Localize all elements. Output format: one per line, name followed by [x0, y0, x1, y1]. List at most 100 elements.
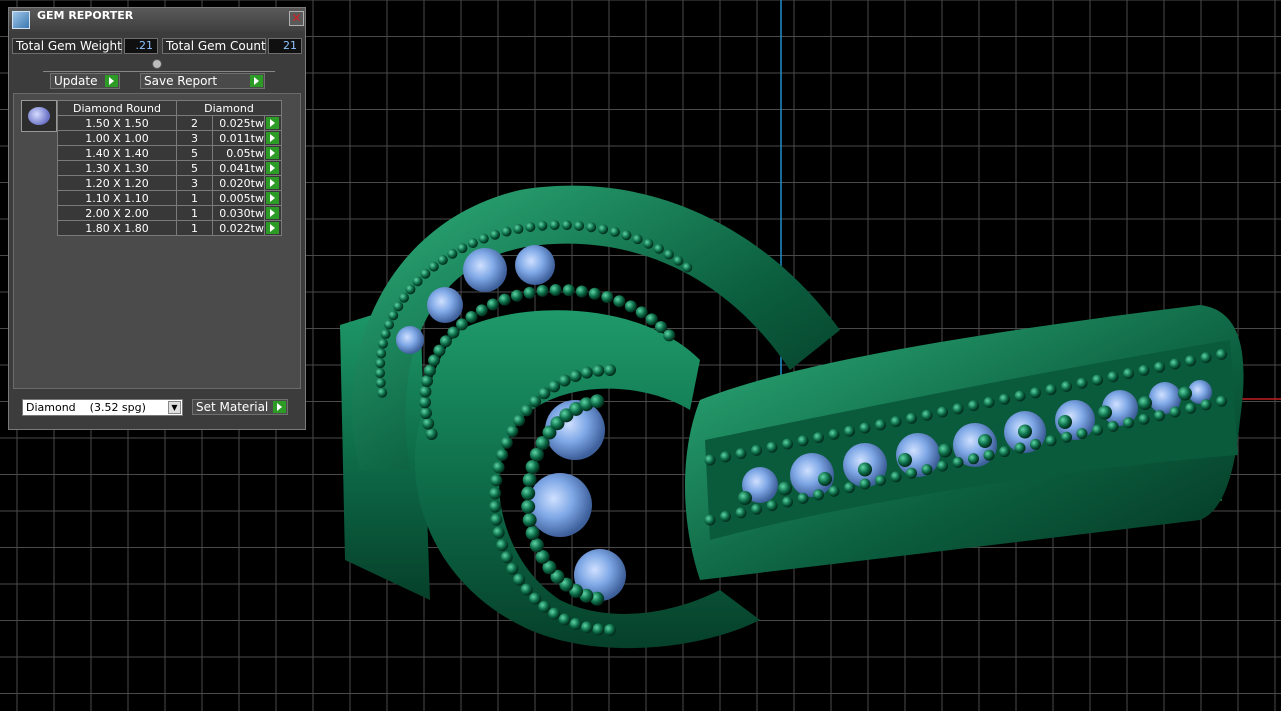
bead — [375, 368, 386, 379]
bead — [898, 453, 912, 467]
bead — [388, 310, 399, 321]
table-row[interactable]: 1.10 X 1.10 1 0.005tw — [57, 190, 282, 206]
save-report-button[interactable]: Save Report — [140, 73, 265, 89]
bead — [621, 230, 632, 241]
bead — [766, 441, 778, 453]
total-count-label: Total Gem Count — [162, 38, 266, 54]
bead — [575, 285, 588, 298]
row-action-button[interactable] — [264, 190, 282, 206]
bead — [529, 592, 542, 605]
table-row[interactable]: 1.30 X 1.30 5 0.041tw — [57, 160, 282, 176]
splitter-handle[interactable] — [152, 59, 162, 69]
gem-size: 1.50 X 1.50 — [57, 115, 177, 131]
bead — [398, 292, 409, 303]
gem-stone — [396, 326, 424, 354]
bead — [797, 492, 809, 504]
table-row[interactable]: 1.20 X 1.20 3 0.020tw — [57, 175, 282, 191]
bead — [419, 396, 432, 409]
bead — [521, 486, 536, 501]
gem-weight: 0.022tw — [212, 220, 265, 236]
gem-stone — [528, 473, 592, 537]
bead — [906, 467, 917, 479]
update-button[interactable]: Update — [50, 73, 120, 89]
gem-reporter-panel: GEM REPORTER ✕ Total Gem Weight .21 Tota… — [8, 7, 306, 430]
table-row[interactable]: 1.40 X 1.40 5 0.05tw — [57, 145, 282, 161]
row-action-button[interactable] — [264, 220, 282, 236]
bead — [428, 261, 439, 272]
gem-shape-thumbnail[interactable] — [21, 100, 57, 132]
bead — [1076, 377, 1088, 389]
bead — [592, 364, 605, 377]
close-button[interactable]: ✕ — [289, 11, 304, 26]
bead — [498, 293, 511, 306]
bead — [455, 318, 468, 331]
row-action-button[interactable] — [264, 175, 282, 191]
total-weight-value: .21 — [124, 38, 158, 54]
bead — [457, 243, 468, 254]
bead — [586, 222, 597, 233]
bead — [590, 394, 605, 409]
bead — [580, 621, 593, 634]
update-button-label: Update — [54, 74, 98, 88]
table-row[interactable]: 1.50 X 1.50 2 0.025tw — [57, 115, 282, 131]
bead — [653, 243, 664, 254]
bead — [447, 248, 458, 259]
bead — [1138, 364, 1150, 376]
bead — [1058, 415, 1072, 429]
material-value: Diamond (3.52 spg) — [26, 401, 146, 414]
table-row[interactable]: 2.00 X 2.00 1 0.030tw — [57, 205, 282, 221]
bead — [1018, 424, 1032, 439]
bead — [1030, 387, 1041, 399]
set-material-button[interactable]: Set Material — [192, 399, 288, 415]
bead — [558, 374, 571, 387]
row-action-button[interactable] — [264, 205, 282, 221]
bead — [537, 220, 548, 231]
row-action-button[interactable] — [264, 115, 282, 131]
bead — [813, 489, 824, 501]
bead — [782, 438, 793, 450]
bead — [735, 448, 747, 460]
bead — [858, 462, 872, 477]
gem-size: 1.30 X 1.30 — [57, 160, 177, 176]
bead — [1169, 358, 1181, 370]
gem-count: 3 — [176, 175, 213, 191]
bead — [1014, 442, 1026, 454]
column-header-shape: Diamond Round — [57, 100, 177, 116]
bead — [952, 456, 964, 468]
bead — [766, 500, 778, 512]
row-action-button[interactable] — [264, 130, 282, 146]
bead — [1030, 438, 1041, 450]
bead — [1138, 396, 1152, 410]
bead — [506, 425, 519, 438]
play-arrow-icon — [266, 162, 279, 174]
title-bar[interactable]: GEM REPORTER ✕ — [9, 8, 305, 32]
bead — [538, 387, 551, 400]
bead — [561, 220, 572, 231]
bead — [523, 286, 536, 299]
bead — [536, 284, 549, 297]
gem-stone — [515, 245, 555, 285]
bead — [496, 539, 509, 552]
gem-table: Diamond Round Diamond 1.50 X 1.50 2 0.025t… — [57, 100, 282, 236]
bead — [525, 459, 540, 474]
row-action-button[interactable] — [264, 145, 282, 161]
bead — [1138, 413, 1150, 425]
bead — [844, 482, 855, 494]
total-count-value: 21 — [268, 38, 302, 54]
bead — [1098, 405, 1112, 420]
row-action-button[interactable] — [264, 160, 282, 176]
bead — [520, 583, 533, 596]
bead — [1045, 435, 1057, 447]
bead — [1154, 361, 1165, 373]
table-row[interactable]: 1.00 X 1.00 3 0.011tw — [57, 130, 282, 146]
bead — [467, 238, 478, 249]
bead — [420, 268, 431, 279]
table-row[interactable]: 1.80 X 1.80 1 0.022tw — [57, 220, 282, 236]
bead — [859, 422, 871, 434]
bead — [384, 319, 395, 330]
bead — [475, 304, 488, 317]
bead — [425, 427, 438, 440]
material-dropdown[interactable]: Diamond (3.52 spg) ▼ — [22, 399, 183, 416]
bead — [1185, 355, 1196, 367]
bead — [906, 412, 917, 424]
